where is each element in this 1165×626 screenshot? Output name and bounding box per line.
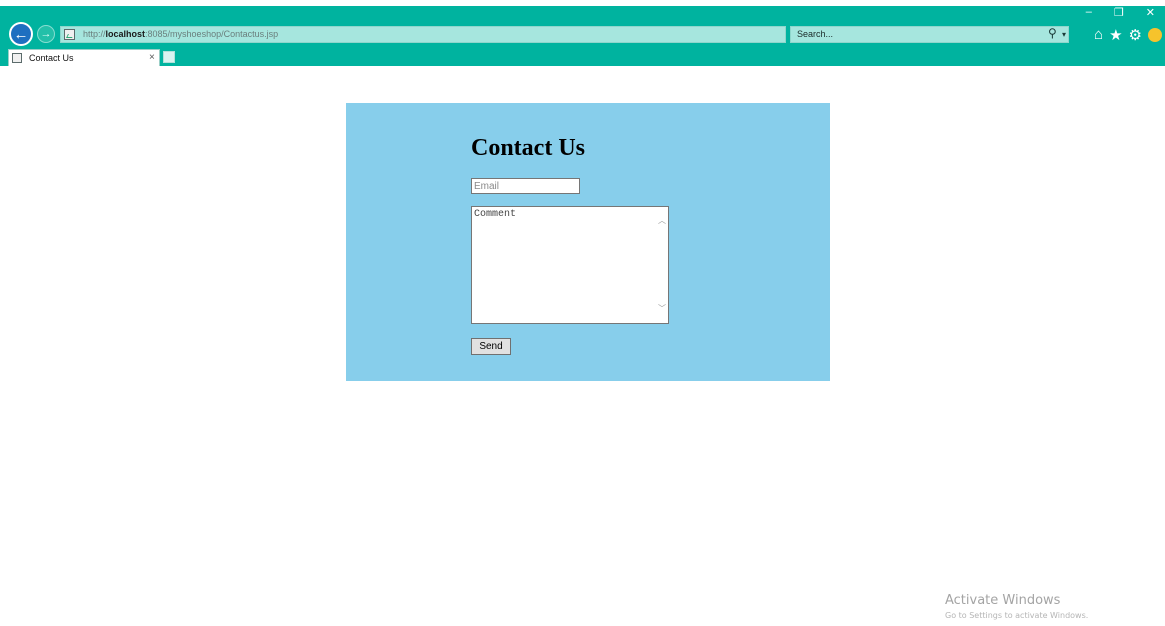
close-window-button[interactable]: ✕ [1146,6,1155,19]
search-dropdown-icon[interactable]: ▾ [1062,30,1066,39]
address-bar[interactable]: http://localhost:8085/myshoeshop/Contact… [60,26,842,43]
email-field[interactable] [471,178,580,194]
title-strip [0,0,1165,6]
search-box[interactable]: Search... [790,26,1069,43]
toolbar-icons: ⌂ ★ ⚙ [1094,26,1162,44]
tab-page-icon [12,53,22,63]
home-icon[interactable]: ⌂ [1094,26,1103,44]
new-tab-button[interactable] [163,51,175,63]
page-title: Contact Us [471,135,585,161]
url-rest: :8085/myshoeshop/Contactus.jsp [145,29,279,39]
search-icon[interactable]: ⚲ [1048,26,1057,40]
forward-button[interactable]: → [37,25,55,43]
star-icon[interactable]: ★ [1109,26,1122,44]
address-row: ← → http://localhost:8085/myshoeshop/Con… [0,22,1165,46]
tab-close-icon[interactable]: × [149,52,155,63]
watermark-title: Activate Windows [945,593,1061,608]
watermark-subtitle: Go to Settings to activate Windows. [945,611,1089,620]
back-arrow-icon: ← [13,25,29,43]
chevron-down-icon[interactable]: ﹀ [658,305,666,313]
restore-button[interactable]: ❐ [1114,6,1124,19]
send-button[interactable]: Send [471,338,511,355]
comment-textarea[interactable] [472,207,656,323]
search-placeholder: Search... [797,29,834,39]
smiley-icon[interactable] [1147,28,1162,42]
comment-scrollbar[interactable]: ︿ ﹀ [656,207,668,323]
browser-chrome: – ❐ ✕ ← → http://localhost:8085/myshoesh… [0,0,1165,66]
contact-form-panel: Contact Us ︿ ﹀ Send [346,103,830,381]
tab-title: Contact Us [29,53,74,63]
gear-icon[interactable]: ⚙ [1129,26,1142,44]
tab-contact-us[interactable]: Contact Us × [8,49,160,66]
tab-row: Contact Us × [0,48,1165,66]
url-text[interactable]: http://localhost:8085/myshoeshop/Contact… [83,29,278,39]
page-icon [64,29,75,40]
window-controls: – ❐ ✕ [1086,6,1155,19]
minimize-button[interactable]: – [1086,6,1092,19]
url-host: localhost [105,29,146,39]
url-prefix: http:// [83,29,106,39]
activate-windows-watermark: Activate Windows Go to Settings to activ… [945,593,1088,620]
forward-arrow-icon: → [40,28,52,40]
chevron-up-icon[interactable]: ︿ [658,217,666,225]
comment-box: ︿ ﹀ [471,206,669,324]
back-button[interactable]: ← [9,22,33,46]
